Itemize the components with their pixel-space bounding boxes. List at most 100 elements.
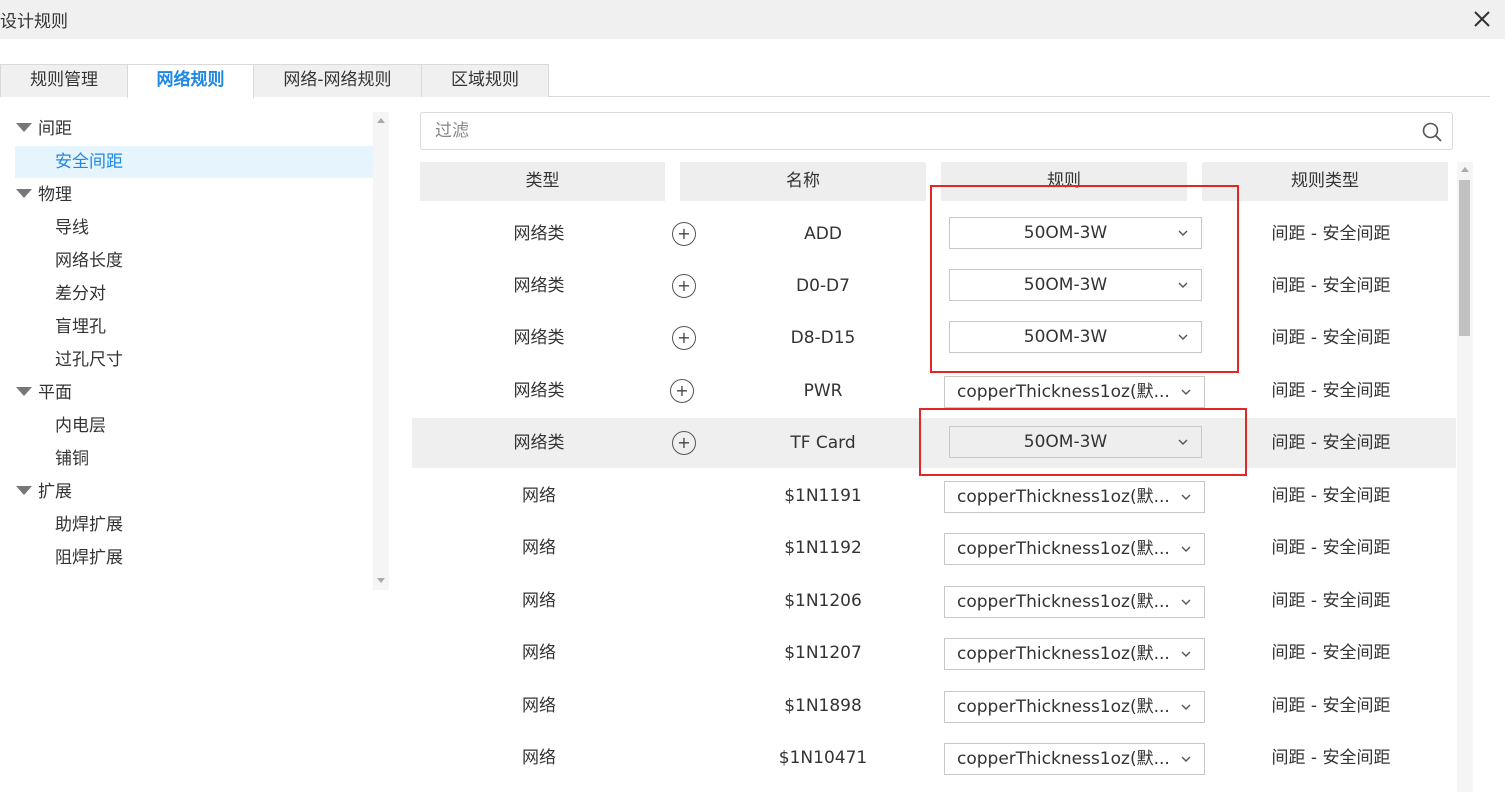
rule-select[interactable]: copperThickness1oz(默... [944,376,1205,408]
rule-select[interactable]: copperThickness1oz(默... [944,586,1205,618]
cell-type: 网络 [522,538,556,558]
cell-rule-type: 间距 - 安全间距 [1271,591,1391,611]
table-row[interactable]: 网络 $1N1898 copperThickness1oz(默... 间距 - 安全间… [412,681,1456,731]
expand-plus-icon[interactable]: + [672,431,696,455]
tree-node-label: 平面 [38,383,72,403]
table-row[interactable]: 网络 $1N1192 copperThickness1oz(默... 间距 - 安全间… [412,523,1456,573]
cell-type: 网络 [522,486,556,506]
rule-select[interactable]: 50OM-3W [949,269,1202,301]
scroll-down-icon[interactable] [377,578,385,583]
rule-select[interactable]: copperThickness1oz(默... [944,638,1205,670]
rule-select[interactable]: 50OM-3W [949,217,1202,249]
chevron-down-icon [1181,494,1191,500]
rule-select[interactable]: 50OM-3W [949,321,1202,353]
collapse-caret-icon[interactable] [16,188,32,198]
cell-type: 网络类 [513,328,565,348]
rule-select[interactable]: copperThickness1oz(默... [944,743,1205,775]
scroll-up-icon[interactable] [1461,167,1469,172]
table-row[interactable]: 网络类 + D8-D15 50OM-3W 间距 - 安全间距 [412,313,1456,363]
rule-select[interactable]: copperThickness1oz(默... [944,481,1205,513]
table-row[interactable]: 网络 $1N10471 copperThickness1oz(默... 间距 - 安全… [412,733,1456,783]
cell-name: ADD [804,224,842,244]
cell-rule-type: 间距 - 安全间距 [1271,328,1391,348]
cell-type: 网络类 [513,276,565,296]
chevron-down-icon [1181,546,1191,552]
cell-type: 网络类 [513,224,565,244]
table-row[interactable]: 网络类 + ADD 50OM-3W 间距 - 安全间距 [412,209,1456,259]
tree-node-spacing[interactable]: 间距 [16,113,72,145]
filter-box [420,112,1453,150]
rule-select-value: copperThickness1oz(默... [957,382,1170,402]
tree-leaf-track[interactable]: 导线 [55,212,89,244]
chevron-down-icon [1181,599,1191,605]
tab-rule-management[interactable]: 规则管理 [0,64,128,97]
rule-select-value: 50OM-3W [1023,275,1108,295]
tree-node-physical[interactable]: 物理 [16,179,72,211]
tree-leaf-blind-buried-via[interactable]: 盲埋孔 [55,311,106,343]
rule-select-value: copperThickness1oz(默... [957,539,1170,559]
chevron-down-icon [1181,651,1191,657]
rule-select-value: copperThickness1oz(默... [957,697,1170,717]
scroll-up-icon[interactable] [377,118,385,123]
rule-select[interactable]: copperThickness1oz(默... [944,691,1205,723]
expand-plus-icon[interactable]: + [672,222,696,246]
scrollbar-thumb[interactable] [1459,180,1470,336]
tree-leaf-copper-pour[interactable]: 铺铜 [55,443,89,475]
chevron-down-icon [1178,282,1188,288]
cell-name: PWR [803,381,843,401]
cell-name: $1N1191 [784,486,862,506]
tree-leaf-solder-mask-expansion[interactable]: 阻焊扩展 [55,542,123,574]
cell-rule-type: 间距 - 安全间距 [1271,643,1391,663]
tab-net-to-net-rules[interactable]: 网络-网络规则 [253,64,422,97]
table-row[interactable]: 网络 $1N1207 copperThickness1oz(默... 间距 - 安全间… [412,628,1456,678]
table-row[interactable]: 网络 $1N1191 copperThickness1oz(默... 间距 - 安全间… [412,471,1456,521]
close-icon [1474,11,1490,27]
chevron-down-icon [1181,756,1191,762]
tree-leaf-paste-expansion[interactable]: 助焊扩展 [55,509,123,541]
tree-node-label: 扩展 [38,482,72,502]
cell-name: $1N10471 [778,748,868,768]
tree-scrollbar[interactable] [373,112,389,590]
rule-select[interactable]: copperThickness1oz(默... [944,533,1205,565]
close-button[interactable] [1469,6,1495,32]
cell-rule-type: 间距 - 安全间距 [1271,538,1391,558]
cell-name: D8-D15 [790,328,856,348]
tree-node-plane[interactable]: 平面 [16,377,72,409]
expand-plus-icon[interactable]: + [670,379,694,403]
collapse-caret-icon[interactable] [16,122,32,132]
rule-select-value: 50OM-3W [1023,327,1108,347]
filter-input[interactable] [435,113,1415,149]
tree-leaf-inner-plane[interactable]: 内电层 [55,410,106,442]
rule-select[interactable]: 50OM-3W [949,426,1202,458]
table-scrollbar[interactable] [1457,162,1473,792]
tab-net-rules[interactable]: 网络规则 [127,64,254,98]
tree-leaf-via-size[interactable]: 过孔尺寸 [55,344,123,376]
cell-rule-type: 间距 - 安全间距 [1271,748,1391,768]
table-row[interactable]: 网络类 + TF Card 50OM-3W 间距 - 安全间距 [412,418,1456,468]
cell-rule-type: 间距 - 安全间距 [1271,433,1391,453]
column-header-name[interactable]: 名称 [680,162,926,201]
tab-bar: 规则管理 网络规则 网络-网络规则 区域规则 [0,64,1490,98]
table-row[interactable]: 网络 $1N1206 copperThickness1oz(默... 间距 - 安全间… [412,576,1456,626]
search-icon[interactable] [1422,122,1442,142]
collapse-caret-icon[interactable] [16,485,32,495]
column-header-rule[interactable]: 规则 [941,162,1187,201]
tree-leaf-diff-pair[interactable]: 差分对 [55,278,106,310]
chevron-down-icon [1181,704,1191,710]
rule-select-value: copperThickness1oz(默... [957,592,1170,612]
expand-plus-icon[interactable]: + [672,274,696,298]
column-header-type[interactable]: 类型 [420,162,665,201]
tree-leaf-safe-spacing[interactable]: 安全间距 [15,146,373,178]
collapse-caret-icon[interactable] [16,386,32,396]
tab-region-rules[interactable]: 区域规则 [421,64,549,97]
column-header-rule-type[interactable]: 规则类型 [1202,162,1448,201]
table-row[interactable]: 网络类 + D0-D7 50OM-3W 间距 - 安全间距 [412,261,1456,311]
table-row[interactable]: 网络类 + PWR copperThickness1oz(默... 间距 - 安全间距 [412,366,1456,416]
tree-leaf-net-length[interactable]: 网络长度 [55,245,123,277]
cell-rule-type: 间距 - 安全间距 [1271,224,1391,244]
tree-node-expansion[interactable]: 扩展 [16,476,72,508]
expand-plus-icon[interactable]: + [672,326,696,350]
cell-type: 网络 [522,643,556,663]
rule-select-value: 50OM-3W [1023,432,1108,452]
rule-select-value: 50OM-3W [1023,223,1108,243]
